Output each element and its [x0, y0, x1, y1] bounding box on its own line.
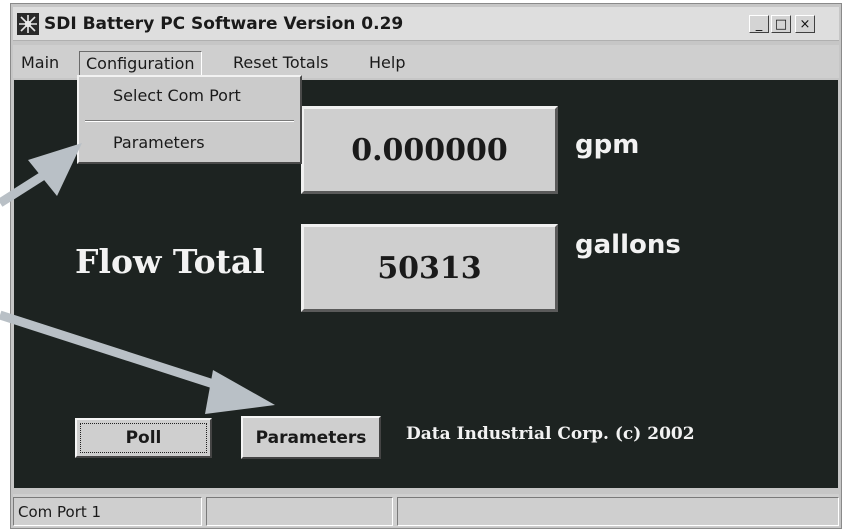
parameters-button[interactable]: Parameters	[241, 416, 381, 459]
maximize-icon: □	[774, 16, 788, 32]
flow-total-label: Flow Total	[75, 242, 265, 281]
configuration-dropdown: Select Com Port Parameters	[77, 75, 302, 164]
menu-help[interactable]: Help	[363, 51, 411, 74]
maximize-button[interactable]: □	[771, 15, 791, 33]
flow-rate-unit: gpm	[575, 130, 640, 160]
flow-total-unit: gallons	[575, 230, 681, 260]
window-title: SDI Battery PC Software Version 0.29	[44, 14, 404, 34]
menu-separator	[85, 120, 294, 122]
flow-total-value: 50313	[377, 250, 482, 286]
menu-configuration[interactable]: Configuration	[79, 51, 202, 76]
status-bar: Com Port 1	[13, 494, 839, 527]
status-com-port: Com Port 1	[13, 497, 202, 526]
menu-item-select-com-port[interactable]: Select Com Port	[113, 86, 241, 105]
menu-item-parameters[interactable]: Parameters	[113, 133, 205, 152]
focus-rect	[80, 423, 207, 453]
menu-main[interactable]: Main	[15, 51, 65, 74]
poll-button[interactable]: Poll	[75, 418, 212, 458]
title-bar[interactable]: SDI Battery PC Software Version 0.29 _ □…	[13, 7, 839, 41]
close-button[interactable]: ×	[795, 15, 815, 33]
status-cell-2	[206, 497, 393, 526]
flow-rate-value: 0.000000	[351, 132, 508, 168]
minimize-button[interactable]: _	[749, 15, 769, 33]
status-cell-3	[397, 497, 839, 526]
menu-bar: Main Configuration Reset Totals Help	[13, 45, 839, 78]
app-icon	[17, 13, 39, 35]
flow-total-readout: 50313	[301, 224, 558, 312]
minimize-icon: _	[755, 16, 763, 32]
menu-reset-totals[interactable]: Reset Totals	[227, 51, 334, 74]
parameters-button-label: Parameters	[255, 427, 367, 448]
copyright-text: Data Industrial Corp. (c) 2002	[406, 424, 695, 444]
flow-rate-readout: 0.000000	[301, 106, 558, 194]
close-icon: ×	[799, 16, 811, 32]
